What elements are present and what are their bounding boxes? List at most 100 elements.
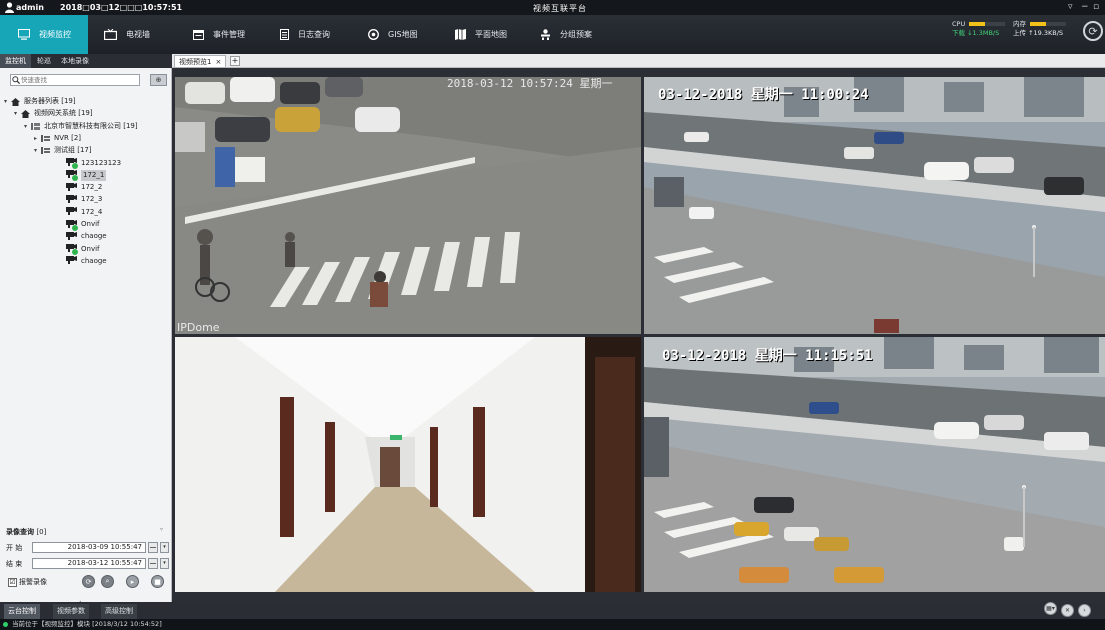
caret-down-icon[interactable]: ▾ (14, 108, 21, 119)
tree-camera-item[interactable]: 172_1 (66, 169, 107, 182)
start-label: 开 始 (6, 543, 23, 552)
tree-item-label: chaoge (81, 232, 107, 241)
main-menu: 视频监控 电视墙 事件管理 日志查询 GIS地图 平面地图 分组预案 CPU 下… (0, 15, 1105, 54)
camera-icon (66, 219, 78, 231)
next-page-button[interactable]: › (1078, 604, 1091, 617)
refresh-icon: ⟳ (1088, 24, 1098, 38)
app-window: admin 2018□03□12□□□10:57:51 视频互联平台 ▿ − ▫… (0, 0, 1105, 630)
camera-icon (66, 182, 77, 193)
layout-grid-button[interactable]: ▦▾ (1044, 602, 1057, 615)
tree-camera-item[interactable]: 172_2 (66, 182, 102, 193)
alarm-recording-option[interactable]: ☑ 报警录像 (8, 577, 47, 587)
video-pane-3[interactable] (175, 337, 641, 592)
tab-video-preview-1[interactable]: 视频预览1 × (174, 55, 227, 68)
menu-label: 日志查询 (298, 30, 330, 39)
alarm-checkbox[interactable]: ☑ (8, 577, 17, 587)
tree-group-item[interactable]: ▾ 北京市智慧科技有限公司 [19] (24, 121, 138, 132)
org-icon (31, 122, 40, 130)
tree-item-label: chaoge (81, 256, 107, 265)
tree-item-label: 123123123 (81, 158, 122, 167)
video-osd-timestamp: 2018-03-12 10:57:24 星期一 (447, 77, 613, 90)
caret-down-icon[interactable]: ▾ (34, 145, 41, 156)
status-led-icon (3, 622, 8, 627)
tree-group-item[interactable]: ▸ NVR [2] (34, 133, 81, 144)
close-all-button[interactable]: ✕ (1061, 604, 1074, 617)
status-bar: 当前位于【视频监控】模块 [2018/3/12 10:54:52] (0, 619, 1105, 630)
tab-video-params[interactable]: 视频参数 (53, 604, 89, 619)
tree-item-label: 测试组 [17] (54, 146, 92, 155)
tab-ptz-control[interactable]: 云台控制 (4, 604, 40, 619)
video-frame-corridor (175, 337, 641, 592)
tree-camera-item[interactable]: 172_3 (66, 194, 102, 205)
tree-camera-item[interactable]: 172_4 (66, 207, 102, 218)
filter-button[interactable]: ⊕ (150, 74, 167, 86)
menu-label: 平面地图 (475, 30, 507, 39)
video-pane-1[interactable]: 2018-03-12 10:57:24 星期一 IPDome (175, 77, 641, 334)
online-status-icon (72, 163, 78, 169)
end-time-input[interactable]: 2018-03-12 10:55:47 (32, 558, 146, 569)
caret-down-icon[interactable]: ▾ (24, 121, 31, 132)
video-pane-4[interactable]: 03-12-2018 星期一 11:15:51 (644, 337, 1105, 592)
tree-camera-item[interactable]: Onvif (66, 219, 100, 231)
video-frame-overpass (644, 77, 1105, 334)
caret-right-icon[interactable]: ▸ (34, 133, 41, 144)
tab-patrol[interactable]: 轮巡 (32, 54, 56, 68)
minimize-icon[interactable]: − (1081, 2, 1089, 12)
tree-item-label: 服务器列表 [19] (24, 97, 76, 105)
refresh-button[interactable]: ⟳ (1083, 21, 1103, 41)
tree-camera-item[interactable]: chaoge (66, 256, 107, 267)
tree-camera-item[interactable]: 123123123 (66, 158, 121, 169)
status-text: 当前位于【视频监控】模块 [2018/3/12 10:54:52] (12, 620, 162, 628)
close-tab-icon[interactable]: × (215, 58, 221, 66)
username[interactable]: admin (16, 3, 44, 12)
tab-monitor[interactable]: 监控机 (0, 54, 31, 68)
maximize-icon[interactable]: ▫ (1093, 2, 1099, 12)
menu-group-plan[interactable]: 分组预案 (540, 15, 592, 54)
video-frame-overpass-2 (644, 337, 1105, 592)
tree-group-item[interactable]: ▾ 测试组 [17] (34, 145, 92, 156)
video-osd-timestamp: 03-12-2018 星期一 11:00:24 (658, 87, 869, 103)
start-time-input[interactable]: 2018-03-09 10:55:47 (32, 542, 146, 553)
collapse-icon[interactable]: ▿ (160, 526, 163, 533)
tree-item-label: 172_4 (81, 207, 103, 216)
menu-event-management[interactable]: 事件管理 (193, 15, 245, 54)
record-query-label: 录像查询 (6, 528, 34, 536)
record-query-title: 录像查询 [0] (6, 527, 46, 537)
tree-item-label: 视频网关系统 [19] (34, 109, 93, 118)
video-pane-2[interactable]: 03-12-2018 星期一 11:00:24 (644, 77, 1105, 334)
tree-group-item[interactable]: ▾ 服务器列表 [19] (4, 96, 76, 107)
end-time-spinner[interactable] (148, 558, 158, 569)
start-time-spinner[interactable] (148, 542, 158, 553)
mem-label: 内存 (1013, 20, 1026, 28)
menu-gis-map[interactable]: GIS地图 (368, 15, 418, 54)
tree-item-label: 北京市智慧科技有限公司 [19] (44, 121, 138, 130)
tab-advanced-control[interactable]: 高级控制 (101, 604, 137, 619)
download-rate: 下载 ↓1.3MB/S (952, 29, 1000, 37)
query-stop-button[interactable]: ■ (151, 575, 164, 588)
query-search-button[interactable]: ⌕ (101, 575, 114, 588)
caret-down-icon[interactable]: ▾ (4, 96, 11, 107)
camera-icon (66, 244, 78, 256)
menu-log-query[interactable]: 日志查询 (280, 15, 330, 54)
tree-camera-item[interactable]: chaoge (66, 231, 107, 242)
video-frame-street (175, 77, 641, 334)
record-query-panel: 录像查询 [0] ▿ 开 始 2018-03-09 10:55:47 ▾ 结 束… (0, 524, 172, 604)
gis-icon (368, 29, 379, 40)
camera-icon (66, 231, 77, 242)
add-tab-button[interactable]: + (230, 56, 240, 66)
tree-item-label: Onvif (81, 220, 100, 228)
search-input[interactable] (21, 75, 136, 85)
menu-tv-wall[interactable]: 电视墙 (104, 15, 150, 54)
menu-video-monitor[interactable]: 视频监控 (0, 15, 88, 54)
query-reset-button[interactable]: ⟳ (82, 575, 95, 588)
menu-floor-map[interactable]: 平面地图 (455, 15, 507, 54)
tree-camera-item[interactable]: Onvif (66, 244, 100, 256)
cpu-meter-fill (969, 22, 986, 26)
end-time-dropdown[interactable]: ▾ (160, 558, 169, 569)
tree-group-item[interactable]: ▾ 视频网关系统 [19] (14, 108, 93, 119)
dropdown-icon[interactable]: ▿ (1068, 2, 1073, 12)
query-play-button[interactable]: ▸ (126, 575, 139, 588)
tab-local-recording[interactable]: 本地录像 (56, 54, 94, 68)
log-icon (280, 29, 289, 40)
start-time-dropdown[interactable]: ▾ (160, 542, 169, 553)
